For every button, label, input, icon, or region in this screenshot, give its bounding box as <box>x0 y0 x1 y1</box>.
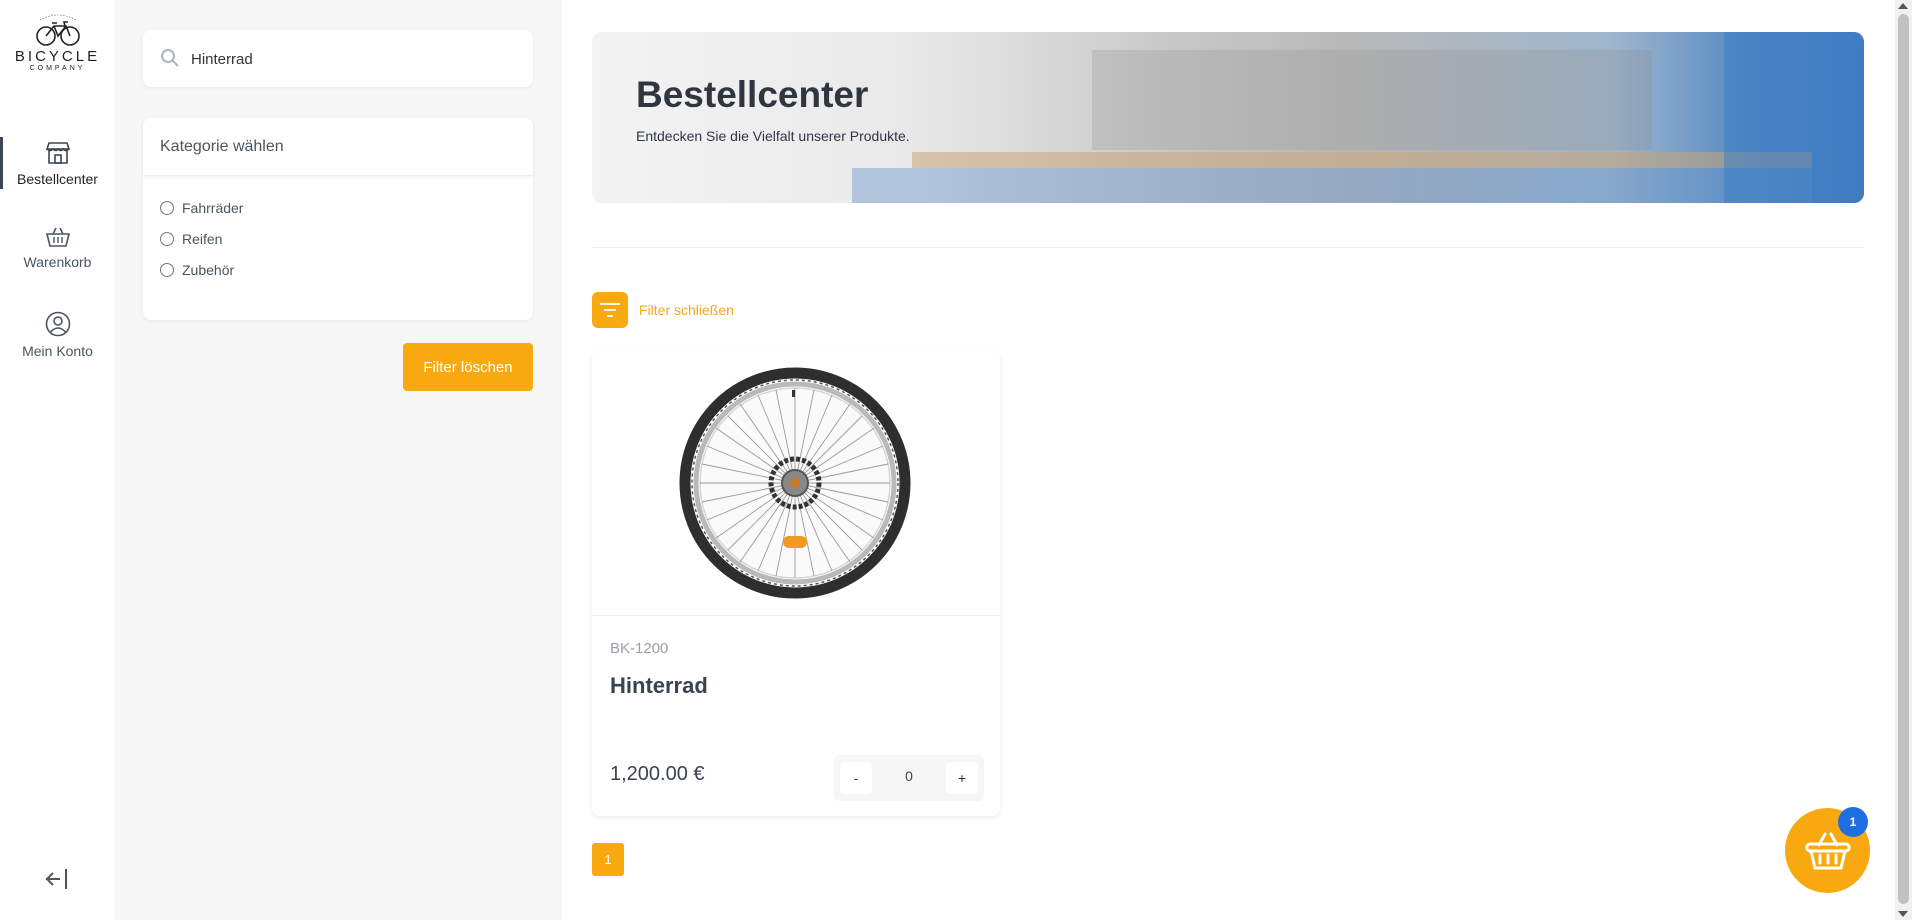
category-option-reifen[interactable]: Reifen <box>160 223 516 254</box>
category-list: Fahrräder Reifen Zubehör <box>143 176 533 301</box>
bicycle-logo-icon <box>35 14 80 46</box>
product-sku: BK-1200 <box>610 640 669 657</box>
clear-filter-button[interactable]: Filter löschen <box>403 343 533 391</box>
search-icon <box>161 49 179 67</box>
basket-icon <box>1805 832 1850 869</box>
filter-toggle[interactable]: Filter schließen <box>592 292 734 328</box>
hero-workbench-shape <box>912 152 1812 168</box>
radio-button[interactable] <box>160 200 174 215</box>
category-option-zubehoer[interactable]: Zubehör <box>160 254 516 285</box>
hero-drawers-shape <box>852 168 1812 203</box>
logout-icon <box>45 869 67 889</box>
category-option-fahrraeder[interactable]: Fahrräder <box>160 192 516 223</box>
category-filter-card: Kategorie wählen Fahrräder Reifen Zubehö… <box>143 118 533 320</box>
page-title: Bestellcenter <box>636 74 869 115</box>
brand-name: BICYCLE <box>14 48 101 65</box>
nav-item-mein-konto[interactable]: Mein Konto <box>0 311 115 359</box>
hero-banner: Bestellcenter Entdecken Sie die Vielfalt… <box>592 32 1864 203</box>
nav-label-warenkorb: Warenkorb <box>23 254 92 270</box>
radio-button[interactable] <box>160 231 174 246</box>
pagination-page-1[interactable]: 1 <box>592 843 624 876</box>
rear-wheel-image <box>679 367 911 599</box>
filter-icon <box>600 303 620 317</box>
nav-label-mein-konto: Mein Konto <box>22 343 93 359</box>
filter-toggle-label[interactable]: Filter schließen <box>639 302 734 318</box>
page-scrollbar[interactable] <box>1895 0 1912 920</box>
hero-cabinet-shape <box>1724 32 1864 203</box>
page-subtitle: Entdecken Sie die Vielfalt unserer Produ… <box>636 128 910 144</box>
nav-item-warenkorb[interactable]: Warenkorb <box>0 226 115 270</box>
logout-button[interactable] <box>44 867 72 896</box>
search-box[interactable] <box>143 30 533 87</box>
decrease-quantity-button[interactable]: - <box>840 762 872 794</box>
store-icon <box>45 142 70 164</box>
quantity-input[interactable] <box>878 768 940 784</box>
category-label: Reifen <box>182 230 223 247</box>
cart-count-badge: 1 <box>1838 807 1868 837</box>
scrollbar-thumb[interactable] <box>1898 14 1909 904</box>
scroll-up-arrow-icon[interactable] <box>1898 3 1908 9</box>
category-label: Fahrräder <box>182 199 244 216</box>
brand-logo[interactable]: BICYCLE COMPANY <box>10 12 105 72</box>
brand-subtitle: COMPANY <box>29 65 86 72</box>
radio-button[interactable] <box>160 262 174 277</box>
basket-icon <box>45 227 70 247</box>
nav-label-bestellcenter: Bestellcenter <box>17 171 98 187</box>
category-label: Zubehör <box>182 261 235 278</box>
product-card[interactable]: BK-1200 Hinterrad 1,200.00 € - + <box>592 350 1000 816</box>
quantity-stepper: - + <box>834 755 984 801</box>
scroll-down-arrow-icon[interactable] <box>1898 911 1908 917</box>
product-image[interactable] <box>592 350 1000 616</box>
search-input[interactable] <box>191 44 511 74</box>
user-circle-icon <box>45 311 70 337</box>
product-name[interactable]: Hinterrad <box>610 673 708 699</box>
nav-item-bestellcenter[interactable]: Bestellcenter <box>0 137 115 189</box>
category-heading: Kategorie wählen <box>143 118 533 176</box>
filter-toggle-button[interactable] <box>592 292 628 328</box>
main-nav: BICYCLE COMPANY Bestellcenter Warenkorb … <box>0 0 115 920</box>
product-price: 1,200.00 € <box>610 763 705 785</box>
hero-background-image <box>1092 50 1652 150</box>
section-divider <box>592 247 1864 248</box>
increase-quantity-button[interactable]: + <box>946 762 978 794</box>
